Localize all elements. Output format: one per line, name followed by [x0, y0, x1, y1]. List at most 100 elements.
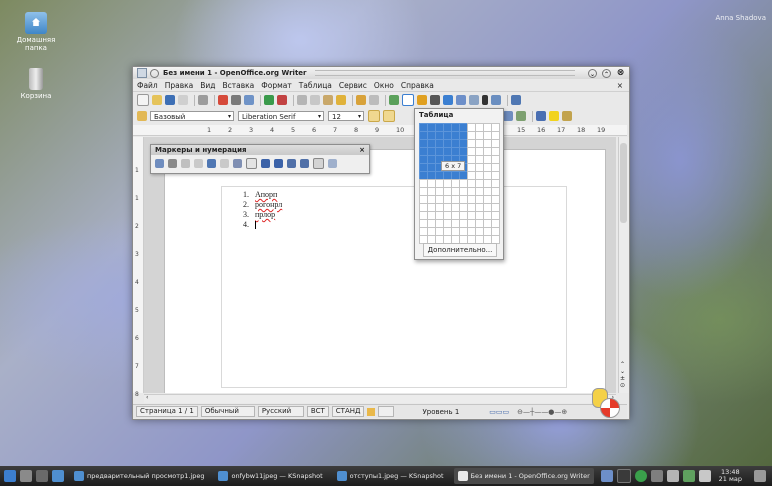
find-replace-icon[interactable]	[430, 95, 440, 105]
volume-icon[interactable]	[698, 470, 711, 482]
desktop-icon-home[interactable]: Домашняя папка	[8, 12, 64, 52]
list-item[interactable]: 3. прлор	[243, 210, 275, 219]
insert-unnumbered-icon[interactable]	[246, 158, 257, 169]
save-icon[interactable]	[165, 95, 175, 105]
close-window-button[interactable]: ⊗	[616, 68, 625, 78]
file-manager-icon[interactable]	[52, 470, 64, 482]
vertical-scrollbar[interactable]: ⌃ ⌄ ± ⊙	[618, 137, 629, 393]
gallery-icon[interactable]	[456, 95, 466, 105]
horizontal-ruler[interactable]: 1 2 3 4 5 6 7 8 9 10 15 16 17 18 19	[133, 125, 627, 136]
paste-icon[interactable]	[323, 95, 333, 105]
bullets-icon[interactable]	[516, 111, 526, 121]
restart-numbering-icon[interactable]	[313, 158, 324, 169]
paragraph-style-select[interactable]: Базовый ▾	[150, 111, 234, 121]
font-name-select[interactable]: Liberation Serif ▾	[238, 111, 324, 121]
edit-mode-icon[interactable]	[198, 95, 208, 105]
network-icon[interactable]	[616, 469, 631, 483]
menu-view[interactable]: Вид	[200, 81, 215, 90]
move-down-subpoints-icon[interactable]	[300, 159, 309, 168]
menu-file[interactable]: Файл	[137, 81, 158, 90]
help-assistant-icon[interactable]	[582, 386, 620, 418]
close-document-button[interactable]: ×	[617, 81, 623, 90]
scroll-thumb[interactable]	[620, 143, 627, 223]
export-pdf-icon[interactable]	[218, 95, 228, 105]
open-icon[interactable]	[152, 95, 162, 105]
scroll-left-icon[interactable]: ‹	[146, 394, 148, 401]
vertical-ruler[interactable]: 1 1 2 3 4 5 6 7 8	[133, 137, 144, 398]
demote-icon[interactable]	[194, 159, 203, 168]
clipboard-icon[interactable]	[666, 470, 679, 482]
nonprinting-chars-icon[interactable]	[482, 95, 488, 105]
help-icon[interactable]	[511, 95, 521, 105]
page-indicator[interactable]: Страница 1 / 1	[136, 406, 198, 417]
data-sources-icon[interactable]	[469, 95, 479, 105]
view-layout-icon[interactable]: ▭▭▭	[489, 408, 509, 416]
autospellcheck-icon[interactable]	[277, 95, 287, 105]
update-notifier-icon[interactable]	[682, 470, 695, 482]
task-button[interactable]: onfybw11jpeg — KSnapshot	[214, 468, 326, 484]
page-nav-arrows-icon[interactable]: ⌃ ⌄ ± ⊙	[620, 361, 625, 389]
task-button[interactable]: отступы1.jpeg — KSnapshot	[333, 468, 448, 484]
show-draw-functions-icon[interactable]	[417, 95, 427, 105]
terminal-icon[interactable]	[36, 470, 48, 482]
clock[interactable]: 13:48 21 мар	[719, 469, 742, 483]
task-button[interactable]: предварительный просмотр1.jpeg	[70, 468, 208, 484]
minimize-button[interactable]: ⌄	[588, 68, 597, 78]
insert-mode[interactable]: ВСТ	[306, 406, 329, 417]
menu-tools[interactable]: Сервис	[339, 81, 367, 90]
italic-icon[interactable]	[383, 110, 395, 122]
numbered-entry-icon[interactable]	[181, 159, 190, 168]
numbering-off-icon[interactable]	[155, 159, 164, 168]
border-icon[interactable]	[536, 111, 546, 121]
redo-icon[interactable]	[369, 95, 379, 105]
table-size-grid[interactable]	[419, 123, 500, 244]
window-menu-icon[interactable]	[150, 68, 159, 78]
more-options-button[interactable]: Дополнительно...	[423, 243, 497, 257]
font-size-select[interactable]: 12 ▾	[328, 111, 364, 121]
menu-insert[interactable]: Вставка	[223, 81, 255, 90]
demote-subpoints-icon[interactable]	[220, 159, 229, 168]
zoom-slider[interactable]: ⊖—┼——●—⊕	[517, 408, 567, 416]
list-off-icon[interactable]	[168, 159, 177, 168]
kde-menu-icon[interactable]	[4, 470, 16, 482]
undo-icon[interactable]	[356, 95, 366, 105]
list-item[interactable]: 2. рогонрл	[243, 200, 282, 209]
promote-icon[interactable]	[207, 159, 216, 168]
highlight-icon[interactable]	[549, 111, 559, 121]
clone-format-icon[interactable]	[336, 95, 346, 105]
task-button[interactable]: Без имени 1 - OpenOffice.org Writer	[453, 468, 594, 484]
maximize-button[interactable]: ⌃	[602, 68, 611, 78]
bullets-numbering-toolbar[interactable]: Маркеры и нумерация ×	[150, 144, 370, 174]
show-desktop-icon[interactable]	[20, 470, 32, 482]
globe-icon[interactable]	[634, 470, 647, 482]
print-icon[interactable]	[231, 95, 241, 105]
window-titlebar[interactable]: Без имени 1 - OpenOffice.org Writer ⌄ ⌃ …	[133, 67, 629, 79]
promote-subpoints-icon[interactable]	[233, 159, 242, 168]
table-icon[interactable]	[402, 94, 414, 106]
hyperlink-icon[interactable]	[389, 95, 399, 105]
page-style[interactable]: Обычный	[200, 406, 255, 417]
insert-table-popup[interactable]: Таблица 6 x 7 Дополнительно...	[414, 108, 504, 260]
email-icon[interactable]	[178, 95, 188, 105]
move-up-subpoints-icon[interactable]	[287, 159, 296, 168]
notes-icon[interactable]	[600, 470, 613, 482]
zoom-icon[interactable]	[491, 95, 501, 105]
menu-help[interactable]: Справка	[401, 81, 434, 90]
desktop-icon-trash[interactable]: Корзина	[8, 68, 64, 100]
menu-window[interactable]: Окно	[374, 81, 394, 90]
new-document-icon[interactable]	[137, 94, 149, 106]
menu-edit[interactable]: Правка	[165, 81, 194, 90]
menu-format[interactable]: Формат	[261, 81, 291, 90]
page-preview-icon[interactable]	[244, 95, 254, 105]
panel-settings-icon[interactable]	[754, 470, 766, 482]
spellcheck-icon[interactable]	[264, 95, 274, 105]
background-color-icon[interactable]	[562, 111, 572, 121]
selection-mode[interactable]: СТАНД	[331, 406, 365, 417]
bold-icon[interactable]	[368, 110, 380, 122]
cut-icon[interactable]	[297, 95, 307, 105]
document-page[interactable]: 1. Апорп 2. рогонрл 3. прлор 4.	[164, 149, 606, 393]
language-indicator[interactable]: Русский	[257, 406, 304, 417]
list-item[interactable]: 4.	[243, 220, 256, 230]
copy-icon[interactable]	[310, 95, 320, 105]
menu-table[interactable]: Таблица	[299, 81, 332, 90]
